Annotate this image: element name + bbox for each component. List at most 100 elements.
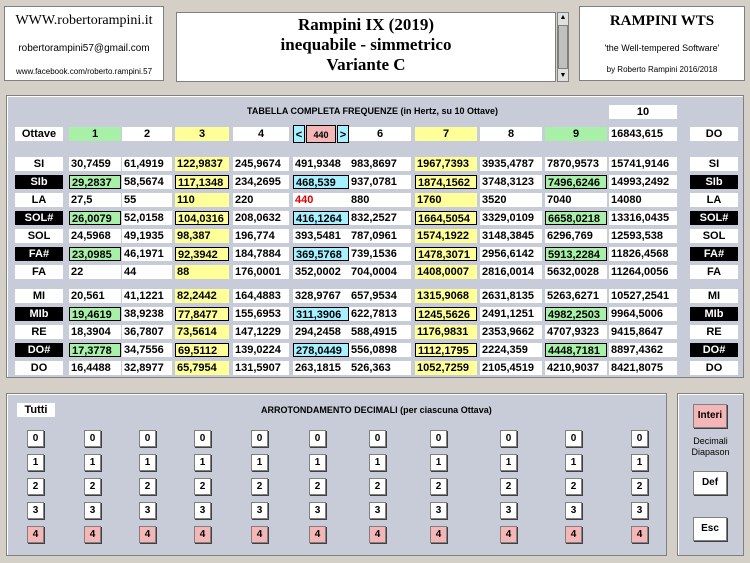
round-button-0[interactable]: 0 xyxy=(309,430,326,447)
round-button-0[interactable]: 0 xyxy=(139,430,156,447)
octave-prev-button[interactable]: < xyxy=(293,125,305,143)
freq-cell: 122,9837 xyxy=(175,157,229,171)
round-button-0[interactable]: 0 xyxy=(430,430,447,447)
round-button-2[interactable]: 2 xyxy=(194,478,211,495)
round-button-4[interactable]: 4 xyxy=(430,526,447,543)
round-button-3[interactable]: 3 xyxy=(500,502,517,519)
freq-cell: 5263,6271 xyxy=(545,289,607,303)
freq-cell: 311,3906 xyxy=(293,307,349,321)
round-button-0[interactable]: 0 xyxy=(369,430,386,447)
round-button-4[interactable]: 4 xyxy=(565,526,582,543)
round-button-2[interactable]: 2 xyxy=(84,478,101,495)
freq-cell: 110 xyxy=(175,193,229,207)
round-button-0[interactable]: 0 xyxy=(500,430,517,447)
round-button-1[interactable]: 1 xyxy=(251,454,268,471)
round-button-1[interactable]: 1 xyxy=(500,454,517,471)
round-button-0[interactable]: 0 xyxy=(251,430,268,447)
freq-cell: 20,561 xyxy=(69,289,121,303)
freq-cell: 82,2442 xyxy=(175,289,229,303)
freq-cell: 245,9674 xyxy=(233,157,289,171)
round-button-4[interactable]: 4 xyxy=(194,526,211,543)
round-button-3[interactable]: 3 xyxy=(631,502,648,519)
round-button-1[interactable]: 1 xyxy=(631,454,648,471)
freq-cell: 19,4619 xyxy=(69,307,121,321)
round-button-0[interactable]: 0 xyxy=(84,430,101,447)
round-button-1[interactable]: 1 xyxy=(430,454,447,471)
round-button-2[interactable]: 2 xyxy=(139,478,156,495)
freq-cell: 6658,0218 xyxy=(545,211,607,225)
def-button[interactable]: Def xyxy=(693,471,727,495)
round-button-3[interactable]: 3 xyxy=(251,502,268,519)
website-link[interactable]: WWW.robertorampini.it xyxy=(5,13,163,29)
round-button-0[interactable]: 0 xyxy=(565,430,582,447)
round-button-4[interactable]: 4 xyxy=(251,526,268,543)
round-button-3[interactable]: 3 xyxy=(565,502,582,519)
round-button-4[interactable]: 4 xyxy=(139,526,156,543)
facebook-link[interactable]: www.facebook.com/roberto.rampini.57 xyxy=(5,67,163,76)
round-button-2[interactable]: 2 xyxy=(631,478,648,495)
octave-next-button[interactable]: > xyxy=(337,125,349,143)
round-button-0[interactable]: 0 xyxy=(194,430,211,447)
note-label-right: MI xyxy=(690,289,738,303)
round-button-4[interactable]: 4 xyxy=(27,526,44,543)
round-button-3[interactable]: 3 xyxy=(309,502,326,519)
interi-button[interactable]: Interi xyxy=(693,404,727,428)
scroll-up-icon[interactable]: ▲ xyxy=(558,13,568,23)
email-link[interactable]: robertorampini57@gmail.com xyxy=(5,43,163,54)
round-button-0[interactable]: 0 xyxy=(27,430,44,447)
title-scrollbar[interactable]: ▲ ▼ xyxy=(557,12,569,82)
note-label-left: LA xyxy=(15,193,63,207)
round-button-2[interactable]: 2 xyxy=(500,478,517,495)
round-button-2[interactable]: 2 xyxy=(369,478,386,495)
round-button-2[interactable]: 2 xyxy=(565,478,582,495)
round-button-3[interactable]: 3 xyxy=(194,502,211,519)
round-button-2[interactable]: 2 xyxy=(309,478,326,495)
round-button-1[interactable]: 1 xyxy=(27,454,44,471)
rounding-panel: Tutti ARROTONDAMENTO DECIMALI (per ciasc… xyxy=(6,393,667,556)
round-button-3[interactable]: 3 xyxy=(369,502,386,519)
freq-cell: 29,2837 xyxy=(69,175,121,189)
round-button-0[interactable]: 0 xyxy=(631,430,648,447)
round-button-1[interactable]: 1 xyxy=(369,454,386,471)
tutti-button[interactable]: Tutti xyxy=(17,403,55,417)
round-button-1[interactable]: 1 xyxy=(309,454,326,471)
round-button-3[interactable]: 3 xyxy=(139,502,156,519)
round-button-3[interactable]: 3 xyxy=(430,502,447,519)
brand-name: RAMPINI WTS xyxy=(609,13,715,29)
freq-cell: 622,7813 xyxy=(349,307,411,321)
freq-cell: 2491,1251 xyxy=(480,307,542,321)
freq-cell: 32,8977 xyxy=(122,361,172,375)
note-label-left: FA# xyxy=(15,247,63,261)
brand-tagline: 'the Well-tempered Software' xyxy=(604,43,720,53)
round-button-4[interactable]: 4 xyxy=(84,526,101,543)
round-button-2[interactable]: 2 xyxy=(27,478,44,495)
round-button-1[interactable]: 1 xyxy=(84,454,101,471)
freq-cell: 4210,9037 xyxy=(545,361,607,375)
note-label-left: SOL xyxy=(15,229,63,243)
freq-cell: 8421,8075 xyxy=(609,361,677,375)
round-button-1[interactable]: 1 xyxy=(194,454,211,471)
freq-cell: 184,7884 xyxy=(233,247,289,261)
round-button-1[interactable]: 1 xyxy=(565,454,582,471)
round-button-2[interactable]: 2 xyxy=(251,478,268,495)
octave-header-4: 4 xyxy=(233,127,289,141)
round-button-3[interactable]: 3 xyxy=(84,502,101,519)
freq-cell: 139,0224 xyxy=(233,343,289,357)
title-line3: Variante C xyxy=(326,55,406,74)
octave-header-6: 6 xyxy=(349,127,411,141)
freq-cell: 18,3904 xyxy=(69,325,121,339)
scroll-down-icon[interactable]: ▼ xyxy=(558,71,568,81)
scroll-thumb[interactable] xyxy=(558,25,568,69)
round-button-4[interactable]: 4 xyxy=(500,526,517,543)
round-button-4[interactable]: 4 xyxy=(369,526,386,543)
round-button-3[interactable]: 3 xyxy=(27,502,44,519)
freq-cell: 24,5968 xyxy=(69,229,121,243)
freq-cell: 8897,4362 xyxy=(609,343,677,357)
round-button-4[interactable]: 4 xyxy=(309,526,326,543)
round-button-4[interactable]: 4 xyxy=(631,526,648,543)
round-button-1[interactable]: 1 xyxy=(139,454,156,471)
esc-button[interactable]: Esc xyxy=(693,517,727,541)
round-button-2[interactable]: 2 xyxy=(430,478,447,495)
freq-cell: 1574,1922 xyxy=(415,229,477,243)
octave-header-440[interactable]: 440 xyxy=(306,125,336,143)
